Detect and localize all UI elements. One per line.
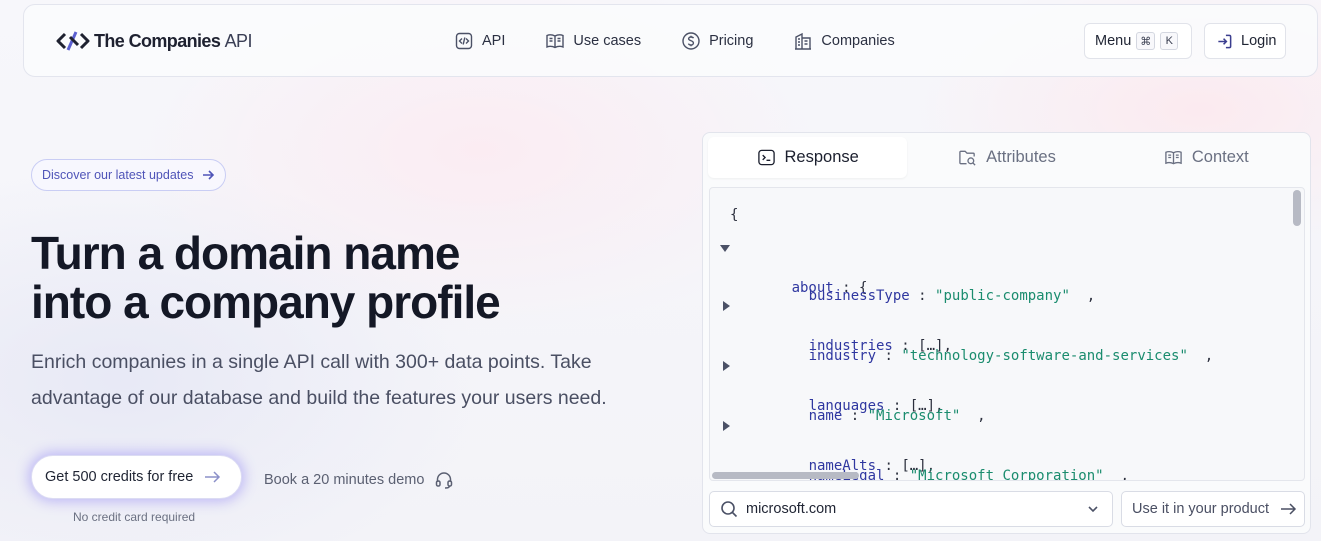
- main-nav: API Use cases Pricing Companies: [454, 31, 935, 51]
- chevron-down-icon[interactable]: [1086, 502, 1100, 516]
- search-icon: [721, 501, 738, 518]
- arrow-right-icon: [203, 170, 215, 180]
- hero-subtext: Enrich companies in a single API call wi…: [31, 351, 607, 409]
- book-icon: [1165, 150, 1182, 165]
- tab-context[interactable]: Context: [1107, 137, 1306, 178]
- tab-response[interactable]: Response: [708, 137, 908, 178]
- json-row-name-legal: nameLegal : "Microsoft Corporation" ,: [809, 468, 1129, 481]
- dollar-icon: [682, 32, 700, 50]
- json-row-languages[interactable]: languages : […],: [720, 356, 943, 414]
- k-key-hint: K: [1160, 32, 1179, 50]
- command-key-hint: ⌘: [1136, 32, 1156, 50]
- json-row-name: name : "Microsoft" ,: [808, 408, 986, 424]
- domain-value: microsoft.com: [746, 501, 837, 517]
- json-row-name-alts[interactable]: nameAlts : […],: [720, 416, 935, 474]
- horizontal-scroll-thumb[interactable]: [712, 472, 859, 479]
- menu-label: Menu: [1095, 33, 1132, 49]
- arrow-right-icon: [1281, 503, 1297, 515]
- api-demo-panel: Response Attributes Context { about : { …: [702, 132, 1311, 534]
- cta-label: Get 500 credits for free: [45, 469, 194, 485]
- tab-label: Response: [784, 148, 859, 166]
- expand-caret-icon[interactable]: [723, 301, 730, 311]
- expand-caret-icon[interactable]: [723, 421, 730, 431]
- top-navbar: The Companies API API Use cases Pricing …: [23, 4, 1318, 77]
- json-row-industry: industry : "technology-software-and-serv…: [808, 348, 1214, 364]
- hero-headline: Turn a domain name into a company profil…: [31, 227, 501, 328]
- badge-label: Discover our latest updates: [42, 168, 194, 182]
- use-in-product-button[interactable]: Use it in your product: [1121, 491, 1305, 527]
- arrow-right-icon: [205, 471, 221, 483]
- book-icon: [546, 34, 565, 49]
- domain-select-input[interactable]: microsoft.com: [709, 491, 1113, 527]
- login-button[interactable]: Login: [1204, 23, 1286, 59]
- building-icon: [795, 32, 812, 50]
- json-root-row[interactable]: about : {: [720, 238, 867, 296]
- logo-icon: [56, 31, 90, 51]
- json-response-viewer[interactable]: { about : { businessType : "public-compa…: [709, 187, 1305, 481]
- vertical-scroll-thumb[interactable]: [1293, 190, 1301, 226]
- get-credits-button[interactable]: Get 500 credits for free: [31, 455, 242, 499]
- tab-label: Context: [1191, 148, 1249, 166]
- login-icon: [1218, 34, 1232, 48]
- terminal-icon: [757, 149, 775, 166]
- code-icon: [455, 32, 473, 50]
- nav-item-api[interactable]: API: [454, 31, 505, 51]
- brand-logo[interactable]: The Companies API: [56, 29, 252, 53]
- use-button-label: Use it in your product: [1132, 501, 1270, 517]
- json-open-brace: {: [730, 207, 739, 223]
- folder-search-icon: [959, 150, 976, 166]
- nav-item-label: API: [482, 33, 506, 49]
- nav-item-pricing[interactable]: Pricing: [681, 31, 753, 51]
- login-label: Login: [1241, 33, 1277, 49]
- nav-item-label: Pricing: [709, 33, 754, 49]
- expand-caret-icon[interactable]: [723, 361, 730, 371]
- tab-attributes[interactable]: Attributes: [907, 137, 1106, 178]
- nav-item-companies[interactable]: Companies: [793, 31, 895, 51]
- menu-button[interactable]: Menu ⌘ K: [1084, 23, 1192, 59]
- tab-label: Attributes: [986, 148, 1056, 166]
- latest-updates-badge[interactable]: Discover our latest updates: [31, 159, 227, 191]
- book-demo-link[interactable]: Book a 20 minutes demo: [264, 470, 454, 490]
- panel-tabs: Response Attributes Context: [708, 137, 1306, 178]
- collapse-caret-icon[interactable]: [720, 245, 730, 252]
- vertical-scrollbar[interactable]: [1291, 188, 1302, 480]
- json-row-business-type: businessType : "public-company" ,: [808, 288, 1096, 304]
- brand-name: The Companies API: [94, 30, 252, 51]
- nav-item-label: Companies: [821, 33, 895, 49]
- nav-item-use-cases[interactable]: Use cases: [545, 31, 641, 51]
- demo-label: Book a 20 minutes demo: [264, 472, 425, 488]
- horizontal-scrollbar[interactable]: [710, 470, 1304, 480]
- headline-line-2: into a company profile: [31, 276, 501, 328]
- json-row-industries[interactable]: industries : […],: [720, 296, 952, 354]
- headline-line-1: Turn a domain name: [31, 227, 460, 279]
- nav-item-label: Use cases: [573, 33, 642, 49]
- headset-icon: [436, 472, 453, 489]
- cta-note: No credit card required: [73, 510, 196, 524]
